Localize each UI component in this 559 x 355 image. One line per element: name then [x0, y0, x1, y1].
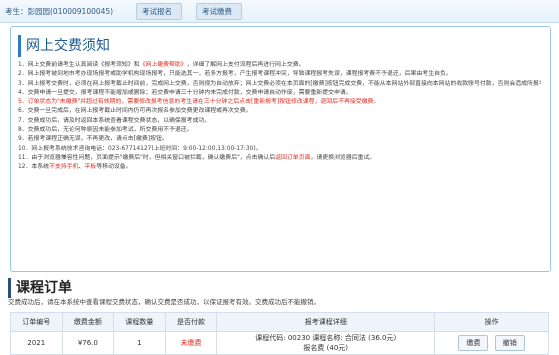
cancel-button[interactable]: 撤销: [494, 335, 525, 351]
order-no: 2021: [10, 331, 63, 355]
notice-item: 4．交费申请一旦提交，报考课程不能增加或删除；若交费申请三十分钟内未完成付款，交…: [18, 89, 541, 98]
footer-tip: 交费成功后，请在本系统中查看课程交费状态，确认交费是否成功，以保证报考有效。交费…: [8, 298, 320, 306]
notice-item-text: 3．网上报考交费时，必须在网上报考截止时间前，完成网上交费，否则视为自动放弃；网…: [18, 80, 541, 87]
notice-item-text: 不支持手机: [49, 164, 79, 171]
breadcrumb-exam-payment[interactable]: 考试缴费: [196, 3, 242, 20]
notice-item: 12．本系统不支持手机、平板等移动设备。: [18, 163, 541, 172]
breadcrumb-exam-registration[interactable]: 考试报名: [136, 3, 182, 20]
header-order-no: 订单编号: [10, 312, 63, 332]
notice-item-text: 11．由于浏览器兼容性问题，页面提示"缴费后"时，但相关窗口被拦截，确认缴费后"…: [18, 154, 276, 161]
payment-notice-panel: 网上交费须知 1．网上交费前请考生认真阅读《报考须知》和《网上缴费帮助》，详细了…: [10, 26, 551, 272]
header-amount: 缴费金额: [61, 312, 115, 332]
notice-list: 1．网上交费前请考生认真阅读《报考须知》和《网上缴费帮助》，详细了解网上支付流程…: [18, 61, 541, 173]
top-breadcrumb-bar: 考生：彭园园(010009100045) 考试报名 考试缴费: [0, 0, 559, 23]
notice-item-text: ，请更换浏览器后重试。: [310, 154, 376, 161]
notice-item-text: 1．网上交费前请考生认真阅读《报考须知》和: [18, 62, 140, 68]
notice-item-text: 平板: [84, 164, 97, 171]
order-actions: 缴费 撤销: [434, 331, 549, 355]
table-row: 2021 ¥76.0 1 未缴费 课程代码: 00230 课程名称: 合同法 (…: [10, 331, 549, 355]
notice-item: 6．交费一旦完成后，在网上报考截止时间内仍可再次报名参加交费更改课程或再次交费。: [18, 107, 541, 116]
notice-item-text: 2．网上报考被到地市考办现场报考或助学机构现场报考，只能选其一，若多方报考，产生…: [18, 71, 452, 78]
order-paid-status: 未缴费: [164, 331, 218, 355]
order-count: 1: [113, 331, 166, 355]
notice-item-text: 《网上缴费帮助》: [139, 62, 187, 68]
notice-item: 11．由于浏览器兼容性问题，页面提示"缴费后"时，但相关窗口被拦截，确认缴费后"…: [18, 154, 541, 163]
header-count: 课程数量: [113, 312, 166, 332]
notice-item: 9．若报考课程正确无误，不再更改，请点击[缴费]按钮。: [18, 135, 541, 144]
notice-title: 网上交费须知: [18, 35, 110, 57]
notice-item-text: 6．交费一旦完成后，在网上报考截止时间内仍可再次报名参加交费更改课程或再次交费。: [18, 108, 252, 115]
notice-item-text: 7．交费成功后，请及时返回本系统查看课程交费状态，以确保报考成功。: [18, 117, 211, 124]
notice-item: 3．网上报考交费时，必须在网上报考截止时间前，完成网上交费，否则视为自动放弃；网…: [18, 80, 541, 89]
notice-item: 1．网上交费前请考生认真阅读《报考须知》和《网上缴费帮助》，详细了解网上支付流程…: [18, 61, 541, 70]
notice-item-text: 10．网上报考系统技术咨询电话：023-67714127(上班时间：9:00-1…: [18, 145, 262, 152]
order-section-title: 课程订单: [8, 278, 72, 298]
notice-item: 7．交费成功后，请及时返回本系统查看课程交费状态，以确保报考成功。: [18, 117, 541, 126]
notice-item: 10．网上报考系统技术咨询电话：023-67714127(上班时间：9:00-1…: [18, 145, 541, 154]
header-paid: 是否付款: [164, 312, 218, 332]
notice-item: 2．网上报考被到地市考办现场报考或助学机构现场报考，只能选其一，若多方报考，产生…: [18, 70, 541, 79]
order-amount: ¥76.0: [61, 331, 115, 355]
order-detail: 课程代码: 00230 课程名称: 合同法 (36.0元) 报名费 (40元): [216, 331, 436, 355]
notice-item-text: 4．交费申请一旦提交，报考课程不能增加或删除；若交费申请三十分钟内未完成付款，交…: [18, 89, 352, 96]
orders-table: 订单编号 缴费金额 课程数量 是否付款 报考课程详细 操作 2021 ¥76.0…: [10, 312, 549, 355]
notice-item-text: 8．交费成功后，无论何种原因未能参加考试，所交费用不予退还。: [18, 127, 193, 134]
order-detail-fee: 报名费 (40元): [303, 344, 349, 352]
notice-item-text: 12．本系统: [18, 164, 50, 171]
notice-item-text: 5．订单状态为"未缴费"并超过有效期的，需要修改报考信息的考生请在三十分钟之后点…: [18, 99, 380, 106]
header-detail: 报考课程详细: [216, 312, 436, 332]
notice-item: 5．订单状态为"未缴费"并超过有效期的，需要修改报考信息的考生请在三十分钟之后点…: [18, 98, 541, 107]
breadcrumb-user: 考生：彭园园(010009100045): [5, 7, 114, 16]
notice-item-text: 9．若报考课程正确无误，不再更改，请点击[缴费]按钮。: [18, 136, 168, 143]
notice-item-text: 返回订单页面: [275, 154, 311, 161]
pay-button[interactable]: 缴费: [458, 335, 489, 351]
header-actions: 操作: [434, 312, 549, 332]
order-detail-course: 课程代码: 00230 课程名称: 合同法 (36.0元): [255, 334, 397, 342]
notice-item: 8．交费成功后，无论何种原因未能参加考试，所交费用不予退还。: [18, 126, 541, 135]
notice-item-text: ，详细了解网上支付流程后再进行网上交费。: [186, 62, 305, 68]
notice-item-text: 等移动设备。: [96, 164, 132, 171]
